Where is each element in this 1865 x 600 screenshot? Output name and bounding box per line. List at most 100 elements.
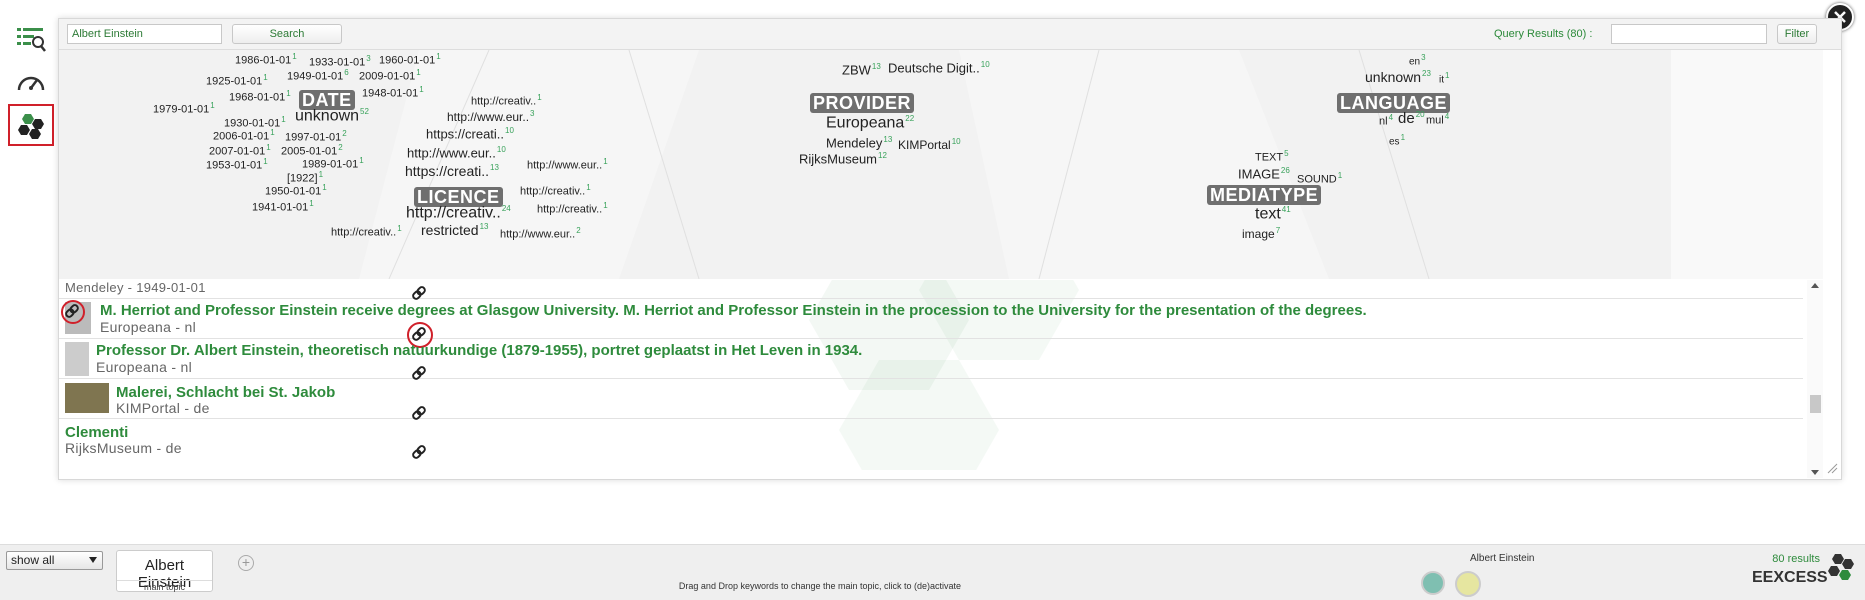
- results-scrollbar[interactable]: [1807, 280, 1823, 478]
- list-item[interactable]: Mendeley - 1949-01-01: [59, 280, 1803, 299]
- facet-language-item[interactable]: it1: [1439, 72, 1449, 85]
- hexagon-cluster-icon: [18, 114, 44, 139]
- facet-language-item[interactable]: nl4: [1379, 114, 1393, 128]
- facet-date-item[interactable]: 1948-01-011: [362, 86, 424, 100]
- facet-cloud: DATE 1986-01-011 1933-01-013 1960-01-011…: [59, 50, 1823, 279]
- list-item[interactable]: Professor Dr. Albert Einstein, theoretis…: [59, 338, 1803, 379]
- chevron-down-icon: [89, 557, 97, 563]
- bottom-bar: [0, 544, 1865, 600]
- facet-licence-item[interactable]: https://creati..10: [426, 127, 514, 141]
- facet-provider-item[interactable]: Mendeley13: [826, 136, 892, 150]
- add-topic-button[interactable]: +: [238, 555, 254, 571]
- facet-licence-item[interactable]: https://creati..13: [405, 164, 499, 178]
- filter-input[interactable]: [1611, 24, 1767, 44]
- facet-date-item[interactable]: 2009-01-011: [359, 69, 421, 83]
- result-title[interactable]: Malerei, Schlacht bei St. Jakob: [116, 384, 335, 401]
- facet-licence-item[interactable]: http://creativ..24: [406, 205, 511, 221]
- result-title[interactable]: Professor Dr. Albert Einstein, theoretis…: [96, 342, 862, 359]
- result-meta: Mendeley - 1949-01-01: [65, 280, 206, 295]
- query-results-label: Query Results (80) :: [1494, 28, 1593, 40]
- facet-licence-item[interactable]: http://www.eur..10: [407, 146, 506, 160]
- facet-date-item[interactable]: 1989-01-011: [302, 157, 364, 171]
- facet-licence-item[interactable]: http://www.eur..2: [500, 227, 581, 241]
- list-item[interactable]: Clementi RijksMuseum - de: [59, 418, 1803, 458]
- facet-licence-item[interactable]: http://creativ..1: [471, 94, 542, 108]
- facet-date-item[interactable]: 2007-01-011: [209, 144, 271, 158]
- left-toolbar: [8, 18, 55, 148]
- facet-mediatype-item[interactable]: IMAGE26: [1238, 167, 1290, 181]
- facet-language-item[interactable]: unknown23: [1365, 70, 1431, 84]
- facet-date-item[interactable]: 1997-01-012: [285, 130, 347, 144]
- facet-language-item[interactable]: de20: [1398, 111, 1425, 127]
- facet-language-item[interactable]: mul4: [1426, 113, 1449, 127]
- search-button[interactable]: Search: [232, 24, 342, 44]
- facet-language-item[interactable]: es1: [1389, 134, 1405, 147]
- result-title[interactable]: M. Herriot and Professor Einstein receiv…: [100, 302, 1367, 319]
- facet-licence-item[interactable]: http://creativ..1: [537, 202, 608, 216]
- facet-licence-item[interactable]: http://creativ..1: [520, 184, 591, 198]
- dashboard-button[interactable]: [8, 62, 54, 104]
- facet-mediatype-item[interactable]: TEXT5: [1255, 150, 1289, 164]
- facet-date-item[interactable]: 1949-01-016: [287, 69, 349, 83]
- facet-mediatype-item[interactable]: image7: [1242, 227, 1280, 241]
- list-item[interactable]: Malerei, Schlacht bei St. Jakob KIMPorta…: [59, 378, 1803, 419]
- eexcess-brand: EEXCESS: [1752, 569, 1828, 586]
- facet-date-item[interactable]: 1960-01-011: [379, 53, 441, 67]
- facet-date-item[interactable]: 1968-01-011: [229, 90, 291, 104]
- resize-handle-icon[interactable]: [1826, 462, 1838, 474]
- facet-date-item[interactable]: 1941-01-011: [252, 200, 314, 214]
- facet-language-item[interactable]: en3: [1409, 54, 1426, 67]
- facet-category-language[interactable]: LANGUAGE: [1337, 93, 1450, 113]
- show-select[interactable]: show all: [6, 551, 103, 570]
- facet-date-item[interactable]: 1930-01-011: [224, 116, 286, 130]
- search-input[interactable]: [67, 24, 222, 44]
- main-panel: Search Query Results (80) : Filter DATE …: [58, 18, 1842, 480]
- facet-provider-item[interactable]: ZBW13: [842, 63, 881, 77]
- result-title[interactable]: Clementi: [65, 424, 128, 441]
- facet-date-item[interactable]: 1950-01-011: [265, 184, 327, 198]
- facet-date-item[interactable]: 1925-01-011: [206, 74, 268, 88]
- scroll-thumb[interactable]: [1810, 395, 1821, 413]
- result-link-button[interactable]: [64, 303, 80, 319]
- facet-mediatype-item[interactable]: text41: [1255, 206, 1291, 222]
- facet-date-item[interactable]: unknown52: [295, 108, 369, 124]
- facet-mediatype-item[interactable]: SOUND1: [1297, 172, 1342, 186]
- keyword-bubble-yellow[interactable]: [1455, 571, 1481, 597]
- facet-date-item[interactable]: 2005-01-012: [281, 144, 343, 158]
- filter-button[interactable]: Filter: [1777, 24, 1817, 44]
- facet-date-item[interactable]: 2006-01-011: [213, 129, 275, 143]
- facet-provider-item[interactable]: Europeana22: [826, 115, 914, 131]
- keyword-bubble-teal[interactable]: [1421, 571, 1445, 595]
- facet-licence-item[interactable]: http://www.eur..3: [447, 110, 535, 124]
- result-thumbnail: [65, 342, 89, 376]
- search-list-button[interactable]: [8, 18, 54, 60]
- query-keyword-label: Albert Einstein: [1470, 553, 1535, 564]
- facet-category-provider[interactable]: PROVIDER: [810, 93, 915, 113]
- facet-date-item[interactable]: 1986-01-011: [235, 53, 297, 67]
- facet-licence-item[interactable]: http://creativ..1: [331, 225, 402, 239]
- result-meta: Europeana - nl: [96, 359, 193, 375]
- eexcess-logo-icon: [1828, 554, 1854, 580]
- facet-licence-item[interactable]: restricted13: [421, 223, 488, 237]
- facet-scape-button[interactable]: [8, 104, 54, 146]
- facet-category-mediatype[interactable]: MEDIATYPE: [1207, 185, 1322, 205]
- result-link-button[interactable]: [411, 444, 427, 460]
- facet-date-item[interactable]: 1953-01-011: [206, 158, 268, 172]
- facet-date-item[interactable]: [1922]1: [287, 171, 323, 185]
- list-item[interactable]: M. Herriot and Professor Einstein receiv…: [59, 298, 1803, 339]
- show-select-value: show all: [11, 553, 55, 567]
- result-thumbnail: [65, 383, 109, 413]
- facet-date-item[interactable]: 1933-01-013: [309, 55, 371, 69]
- result-meta: RijksMuseum - de: [65, 440, 182, 456]
- link-icon: [412, 445, 426, 459]
- facet-provider-item[interactable]: Deutsche Digit..10: [888, 61, 990, 75]
- scroll-down-arrow[interactable]: [1811, 470, 1819, 475]
- gauge-icon: [17, 76, 45, 91]
- facet-provider-item[interactable]: RijksMuseum12: [799, 152, 887, 166]
- facet-provider-item[interactable]: KIMPortal10: [898, 138, 961, 152]
- results-count: 80 results: [1772, 553, 1820, 565]
- facet-date-item[interactable]: 1979-01-011: [153, 102, 215, 116]
- main-topic-box[interactable]: Albert Einstein main topic: [116, 550, 213, 592]
- facet-licence-item[interactable]: http://www.eur..1: [527, 158, 608, 172]
- scroll-up-arrow[interactable]: [1811, 283, 1819, 288]
